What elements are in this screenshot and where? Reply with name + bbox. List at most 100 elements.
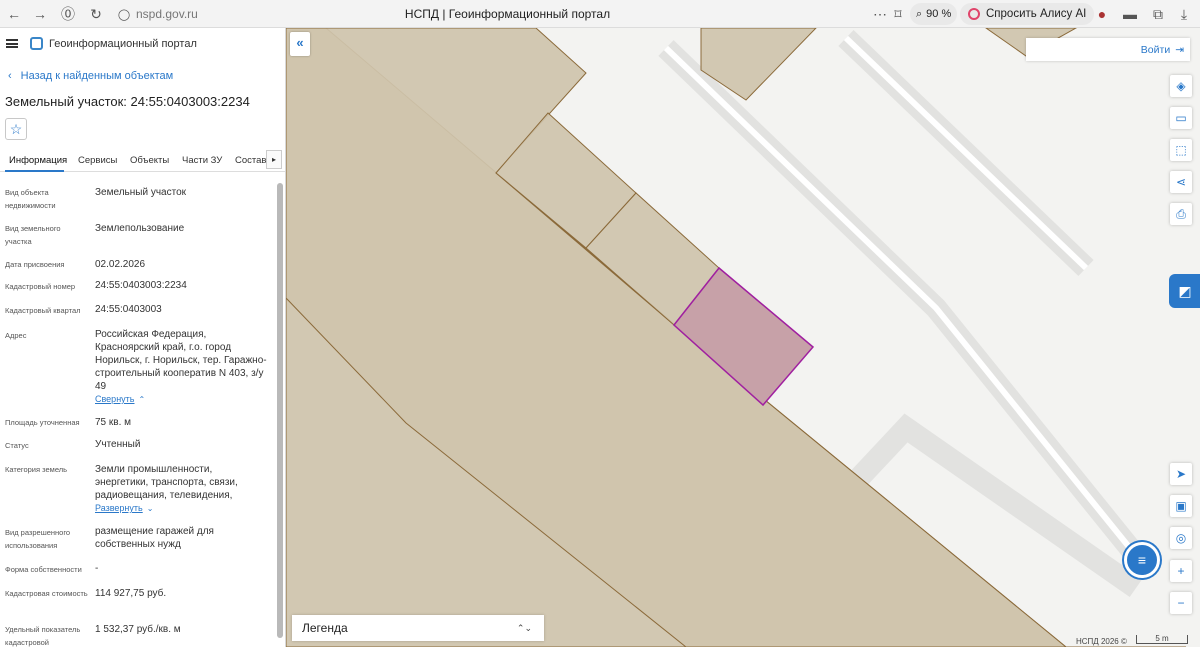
tab-bar: Информация Сервисы Объекты Части ЗУ Сост… (0, 148, 285, 172)
collapse-link-label: Свернуть (95, 394, 135, 404)
zoom-value: 90 % (926, 8, 952, 20)
chevron-updown-icon: ⌃⌄ (516, 623, 532, 633)
field-label: Кадастровая стоимость (5, 589, 88, 598)
layers-icon: ◈ (1176, 79, 1186, 93)
alice-button[interactable]: Спросить Алису AI (960, 3, 1095, 25)
minimap-button[interactable]: ▣ (1170, 495, 1192, 517)
chevron-left-icon: ‹ (8, 70, 12, 82)
field-value: 1 532,37 руб./кв. м (95, 624, 181, 635)
field-value: 24:55:0403003 (95, 304, 162, 315)
zoom-in-button[interactable]: + (1170, 560, 1192, 582)
expand-link[interactable]: Развернуть ⌄ (95, 503, 153, 513)
star-icon: ☆ (9, 121, 23, 137)
field-value: 75 кв. м (95, 417, 132, 428)
select-area-icon: ⬚ (1175, 143, 1187, 157)
portal-title: Геоинформационный портал (49, 38, 197, 50)
field-label: Удельный показатель кадастровой (5, 625, 81, 647)
back-link-label: Назад к найденным объектам (20, 70, 174, 82)
download-icon[interactable]: ⤓ (1174, 4, 1194, 24)
alice-icon (968, 8, 980, 20)
tab-parts[interactable]: Части ЗУ (182, 155, 222, 166)
field-value: Землепользование (95, 223, 185, 234)
field-value: 114 927,75 руб. (95, 588, 167, 599)
map-canvas[interactable] (286, 28, 1200, 647)
field-label: Статус (5, 441, 29, 450)
widget-icon: ◩ (1178, 283, 1192, 299)
field-label: Кадастровый квартал (5, 306, 81, 315)
chevron-up-icon: ⌃ (138, 394, 146, 404)
map-view[interactable]: « Войти ⇥ ◈ ▭ ⬚ ⋖ ⎙ ◩ ➤ ▣ ◎ + − ≡ Легенд… (286, 28, 1200, 647)
field-label: Вид разрешенного использования (5, 528, 71, 550)
print-icon: ⎙ (1176, 207, 1186, 221)
navigation-icon: ➤ (1175, 467, 1187, 481)
login-label: Войти (1140, 43, 1171, 56)
chat-icon: ≡ (1137, 552, 1147, 568)
zoom-icon: ⌕ (916, 7, 923, 20)
field-value: 24:55:0403003:2234 (95, 280, 187, 291)
minimap-icon: ▣ (1175, 499, 1187, 513)
collapse-panel-button[interactable]: « (290, 32, 310, 56)
copyright: НСПД 2026 © (1076, 637, 1127, 646)
chat-button[interactable]: ≡ (1124, 542, 1160, 578)
field-value: Российская Федерация, Красноярский край,… (95, 329, 267, 392)
field-value: размещение гаражей для собственных нужд (95, 526, 214, 550)
select-area-button[interactable]: ⬚ (1170, 139, 1192, 161)
tab-composition[interactable]: Состав (235, 155, 266, 166)
field-label: Вид земельного участка (5, 224, 61, 246)
print-button[interactable]: ⎙ (1170, 203, 1192, 225)
field-label: Вид объекта недвижимости (5, 188, 56, 210)
object-title: Земельный участок: 24:55:0403003:2234 (5, 94, 250, 109)
login-button[interactable]: Войти ⇥ (1026, 38, 1190, 61)
field-label: Форма собственности (5, 565, 82, 574)
zoom-button[interactable]: ⌕ 90 % (910, 3, 958, 25)
tab-objects[interactable]: Объекты (130, 155, 169, 166)
tab-info[interactable]: Информация (9, 155, 67, 166)
field-value: 02.02.2026 (95, 259, 146, 270)
field-label: Дата присвоения (5, 260, 65, 269)
more-icon[interactable]: ⋯ (870, 4, 890, 24)
downloads-icon[interactable]: ▬ (1120, 4, 1140, 24)
field-value: - (95, 563, 99, 574)
layers-button[interactable]: ◈ (1170, 75, 1192, 97)
field-value: Земельный участок (95, 187, 187, 198)
location-pin-icon: ◎ (1175, 531, 1187, 545)
field-label: Кадастровый номер (5, 282, 76, 291)
tabs-scroll-right-button[interactable]: ▸ (266, 150, 282, 169)
field-value: Учтенный (95, 439, 141, 450)
plus-icon: + (1177, 564, 1185, 578)
share-button[interactable]: ⋖ (1170, 171, 1192, 193)
back-to-results-link[interactable]: ‹ Назад к найденным объектам (8, 70, 173, 82)
minus-icon: − (1177, 596, 1185, 610)
field-label: Категория земель (5, 465, 68, 474)
field-value: Земли промышленности, энергетики, трансп… (95, 464, 238, 501)
menu-icon[interactable] (6, 39, 18, 48)
collapse-link[interactable]: Свернуть ⌃ (95, 394, 145, 404)
legend-dropdown[interactable]: Легенда ⌃⌄ (292, 615, 544, 641)
collections-icon[interactable]: ⧉ (1148, 4, 1168, 24)
favorite-button[interactable]: ☆ (5, 118, 27, 140)
bookmark-icon[interactable]: ⌑ (888, 4, 908, 24)
extension-icon[interactable]: ● (1092, 4, 1112, 24)
tab-services[interactable]: Сервисы (78, 155, 117, 166)
widget-button[interactable]: ◩ (1169, 274, 1200, 308)
legend-label: Легенда (302, 621, 348, 635)
share-icon: ⋖ (1175, 175, 1187, 189)
expand-link-label: Развернуть (95, 503, 143, 513)
panel-scrollbar[interactable] (277, 183, 283, 638)
scale-bar: 5 m (1136, 635, 1188, 644)
chevron-down-icon: ⌄ (146, 503, 154, 513)
ruler-icon: ▭ (1175, 111, 1187, 125)
ruler-button[interactable]: ▭ (1170, 107, 1192, 129)
field-label: Адрес (5, 331, 27, 340)
field-label: Площадь уточненная (5, 418, 80, 427)
location-button[interactable]: ◎ (1170, 527, 1192, 549)
browser-toolbar: ← → ⓪ ↻ ◯ nspd.gov.ru НСПД | Геоинформац… (0, 0, 1200, 28)
info-panel: Геоинформационный портал ‹ Назад к найде… (0, 28, 286, 647)
page-title: НСПД | Геоинформационный портал (404, 7, 611, 21)
login-icon: ⇥ (1175, 43, 1184, 56)
portal-logo-icon (30, 37, 43, 50)
geolocation-button[interactable]: ➤ (1170, 463, 1192, 485)
alice-label: Спросить Алису AI (986, 8, 1087, 20)
active-tab-indicator (5, 170, 64, 172)
zoom-out-button[interactable]: − (1170, 592, 1192, 614)
